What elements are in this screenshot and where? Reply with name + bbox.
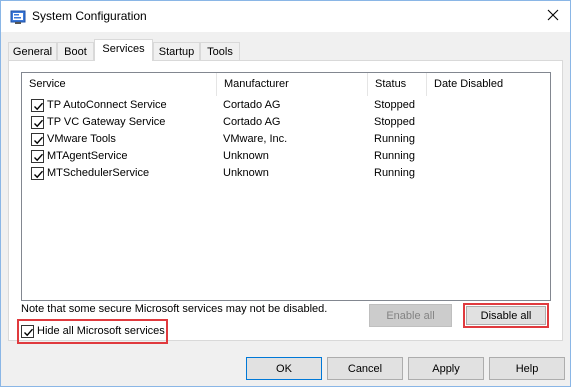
service-manufacturer: VMware, Inc.	[223, 133, 288, 145]
service-manufacturer: Cortado AG	[223, 99, 281, 111]
system-configuration-window: System Configuration General Boot Servic…	[0, 0, 571, 387]
disable-all-button[interactable]: Disable all	[466, 306, 546, 325]
secure-services-note: Note that some secure Microsoft services…	[21, 303, 328, 315]
service-checkbox[interactable]	[31, 133, 44, 146]
service-manufacturer: Cortado AG	[223, 116, 281, 128]
service-status: Running	[374, 167, 415, 179]
button-label: Enable all	[386, 309, 435, 322]
cancel-button[interactable]: Cancel	[327, 357, 403, 380]
table-row[interactable]: VMware Tools VMware, Inc. Running	[22, 131, 550, 148]
column-label: Date Disabled	[434, 78, 504, 90]
hide-microsoft-services-checkbox[interactable]	[21, 325, 34, 338]
enable-all-button[interactable]: Enable all	[369, 304, 452, 327]
table-row[interactable]: MTSchedulerService Unknown Running	[22, 165, 550, 182]
service-checkbox[interactable]	[31, 150, 44, 163]
apply-button[interactable]: Apply	[408, 357, 484, 380]
service-name: TP VC Gateway Service	[47, 116, 166, 128]
button-label: Disable all	[480, 309, 532, 322]
dialog-button-bar: OK Cancel Apply Help	[1, 350, 570, 386]
service-checkbox[interactable]	[31, 99, 44, 112]
column-header-manufacturer[interactable]: Manufacturer	[217, 73, 368, 96]
tab-label: Boot	[64, 46, 87, 58]
button-label: Cancel	[347, 362, 383, 375]
tab-boot[interactable]: Boot	[57, 42, 94, 61]
table-row[interactable]: TP AutoConnect Service Cortado AG Stoppe…	[22, 97, 550, 114]
service-manufacturer: Unknown	[223, 150, 269, 162]
button-label: Help	[515, 362, 539, 375]
msconfig-icon	[10, 9, 26, 25]
close-button[interactable]	[535, 1, 570, 31]
column-header-service[interactable]: Service	[22, 73, 217, 96]
hide-microsoft-services-label: Hide all Microsoft services	[37, 325, 165, 337]
tab-label: Tools	[207, 46, 233, 58]
tab-label: Startup	[158, 46, 195, 58]
tab-services[interactable]: Services	[94, 39, 153, 61]
column-label: Status	[375, 78, 407, 90]
services-list[interactable]: Service Manufacturer Status Date Disable…	[21, 72, 551, 301]
tab-tools[interactable]: Tools	[200, 42, 240, 61]
tab-startup[interactable]: Startup	[153, 42, 200, 61]
close-icon	[547, 9, 559, 24]
window-title: System Configuration	[32, 9, 147, 23]
service-status: Running	[374, 133, 415, 145]
service-status: Stopped	[374, 99, 415, 111]
tab-label: Services	[102, 43, 145, 55]
list-header: Service Manufacturer Status Date Disable…	[22, 73, 550, 96]
service-checkbox[interactable]	[31, 167, 44, 180]
service-name: VMware Tools	[47, 133, 116, 145]
column-label: Service	[29, 78, 66, 90]
service-name: TP AutoConnect Service	[47, 99, 167, 111]
services-tab-panel: Service Manufacturer Status Date Disable…	[8, 60, 563, 344]
service-status: Stopped	[374, 116, 415, 128]
column-label: Manufacturer	[224, 78, 289, 90]
tab-label: General	[12, 46, 53, 58]
table-row[interactable]: MTAgentService Unknown Running	[22, 148, 550, 165]
service-status: Running	[374, 150, 415, 162]
service-name: MTAgentService	[47, 150, 128, 162]
table-row[interactable]: TP VC Gateway Service Cortado AG Stopped	[22, 114, 550, 131]
service-manufacturer: Unknown	[223, 167, 269, 179]
hide-microsoft-services[interactable]: Hide all Microsoft services	[21, 322, 165, 341]
title-bar[interactable]: System Configuration	[1, 1, 570, 32]
help-button[interactable]: Help	[489, 357, 565, 380]
ok-button[interactable]: OK	[246, 357, 322, 380]
service-name: MTSchedulerService	[47, 167, 150, 179]
button-label: OK	[276, 362, 292, 375]
column-header-date-disabled[interactable]: Date Disabled	[427, 73, 550, 96]
tab-general[interactable]: General	[8, 42, 57, 61]
service-checkbox[interactable]	[31, 116, 44, 129]
button-label: Apply	[432, 362, 460, 375]
column-header-status[interactable]: Status	[368, 73, 427, 96]
